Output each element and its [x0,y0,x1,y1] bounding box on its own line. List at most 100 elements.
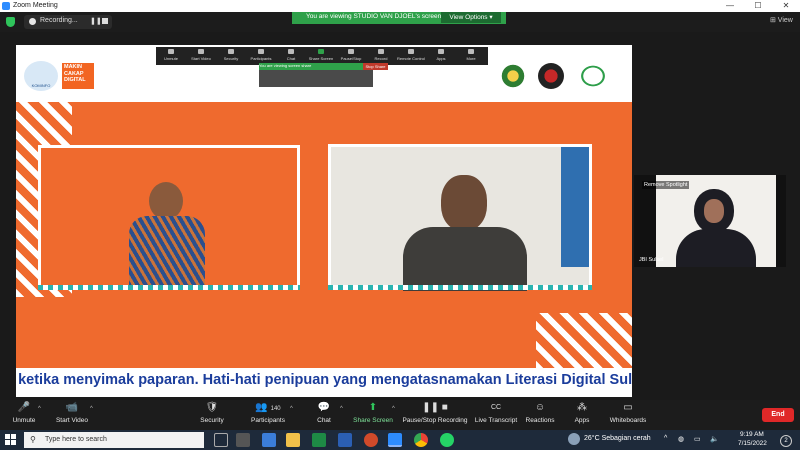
inner-stop-share: Stop Share [363,63,388,70]
chat-caret[interactable]: ^ [340,406,343,412]
inner-tool-participants: Participants [246,49,276,61]
speaker-head [441,175,487,231]
encryption-shield-icon[interactable] [6,17,15,27]
bottom-right-geometric-pattern [536,313,632,369]
participants-button[interactable]: 👥 140 Participants [248,402,288,424]
host-head [149,182,183,220]
end-meeting-button[interactable]: End [762,408,794,422]
taskbar-date[interactable]: 7/15/2022 [738,440,767,447]
participant-name-tag: JBI Sulsel [639,257,664,263]
shield-icon: 🛡 [205,402,219,413]
widgets-icon[interactable] [236,433,250,447]
interpreter-face [704,199,724,223]
task-view-icon[interactable] [214,433,228,447]
maximize-button[interactable]: ☐ [748,0,768,12]
shared-screen: KOMINFO MAKIN CAKAP DIGITAL Unmute Start… [16,45,632,397]
inner-gray-panel [259,70,373,87]
weather-text[interactable]: 26°C Sebagian cerah [584,435,651,442]
cc-icon: CC [490,404,502,411]
live-transcript-button[interactable]: CC Live Transcript [474,402,518,424]
unmute-button[interactable]: 🎤 Unmute [8,402,40,424]
speaker-video-frame [328,144,592,291]
windows-start-icon[interactable] [5,434,17,446]
share-banner: You are viewing STUDIO VAN DJOEL's scree… [292,12,506,24]
kominfo-logo-text: KOMINFO [31,83,51,88]
video-off-icon: 📹 [65,402,79,413]
edge-icon[interactable] [262,433,276,447]
whiteboards-button[interactable]: ▭ Whiteboards [608,402,648,424]
stop-recording-icon[interactable] [102,18,108,24]
whatsapp-icon[interactable] [440,433,454,447]
inner-tool-pause: Pause/Stop [336,49,366,61]
inner-tool-more: More [456,49,486,61]
speaker-shirt [403,227,527,291]
excel-icon[interactable] [312,433,326,447]
spotlight-video-panel[interactable]: Remove Spotlight JBI Sulsel [634,175,786,267]
recording-status: Recording... [40,17,78,24]
video-options-caret[interactable]: ^ [90,406,93,412]
chat-button[interactable]: 💬 Chat [312,402,336,424]
battery-icon[interactable]: ▭ [694,435,701,443]
network-icon[interactable]: ◍ [678,435,684,443]
interpreter-body [676,229,756,267]
taskbar-search-box[interactable]: ⚲ Type here to search [24,432,204,448]
inner-tool-remote: Remote Control [396,49,426,61]
minimize-button[interactable]: — [720,0,740,12]
campaign-logo: MAKIN CAKAP DIGITAL [62,63,94,89]
inner-tool-chat: Chat [276,49,306,61]
windows-taskbar: ⚲ Type here to search 26°C Sebagian cera… [0,430,800,450]
meeting-toolbar: 🎤 Unmute ^ 📹 Start Video ^ 🛡 Security 👥 140… [0,400,800,430]
kominfo-logo: KOMINFO [24,61,58,91]
pause-stop-recording-button[interactable]: ❚❚ ■ Pause/Stop Recording [402,402,468,424]
mic-muted-icon: 🎤 [17,402,31,413]
start-video-button[interactable]: 📹 Start Video [52,402,92,424]
volume-icon[interactable]: 🔈 [710,435,719,443]
host-frame-teal-border [38,285,300,290]
zoom-app-icon [2,2,10,10]
window-titlebar: Zoom Meeting — ☐ ✕ [0,0,800,12]
reactions-button[interactable]: ☺ Reactions [524,402,556,424]
apps-button[interactable]: ⁂ Apps [572,402,592,424]
weather-icon[interactable] [568,433,580,445]
word-icon[interactable] [338,433,352,447]
speaker-frame-teal-border [328,285,592,290]
share-screen-button[interactable]: ⬆ Share Screen [352,402,394,424]
close-button[interactable]: ✕ [776,0,796,12]
ticker-text: a ketika menyimak paparan. Hati-hati pen… [16,372,632,388]
news-ticker: a ketika menyimak paparan. Hati-hati pen… [16,368,632,397]
share-caret[interactable]: ^ [392,406,395,412]
host-batik-shirt [129,216,205,288]
notification-center-button[interactable]: 2 [780,435,792,447]
chrome-icon[interactable] [414,433,428,447]
taskbar-time[interactable]: 9:19 AM [740,431,764,438]
security-button[interactable]: 🛡 Security [196,402,228,424]
inner-tool-record: Record [366,49,396,61]
audio-options-caret[interactable]: ^ [38,406,41,412]
remove-spotlight-label[interactable]: Remove Spotlight [642,181,690,189]
inner-tool-security: Security [216,49,246,61]
reactions-icon: ☺ [534,402,546,413]
inner-tool-unmute: Unmute [156,49,186,61]
view-options-button[interactable]: View Options ▾ [441,12,501,23]
file-explorer-icon[interactable] [286,433,300,447]
campaign-line-3: DIGITAL [64,77,86,83]
partner-shield-logo [538,63,564,89]
recording-indicator: Recording... ❚❚ [24,15,112,29]
zoom-taskbar-icon[interactable] [388,433,402,447]
host-video-frame [38,145,300,289]
search-icon: ⚲ [30,435,36,444]
whiteboard-icon: ▭ [623,402,633,413]
partner-siberkreasi-logo [578,63,608,89]
search-placeholder: Type here to search [45,436,107,443]
powerpoint-icon[interactable] [364,433,378,447]
participants-icon: 👥 [255,402,268,413]
participants-caret[interactable]: ^ [290,406,293,412]
pause-recording-icon[interactable]: ❚❚ [90,17,102,25]
inner-tool-video: Start Video [186,49,216,61]
apps-icon: ⁂ [577,402,587,413]
speaker-background-flag [561,147,589,267]
view-button[interactable]: ⊞ View [770,16,793,24]
shared-header-strip: KOMINFO MAKIN CAKAP DIGITAL Unmute Start… [16,45,632,102]
window-title: Zoom Meeting [13,2,58,9]
tray-chevron-icon[interactable]: ^ [664,435,667,442]
